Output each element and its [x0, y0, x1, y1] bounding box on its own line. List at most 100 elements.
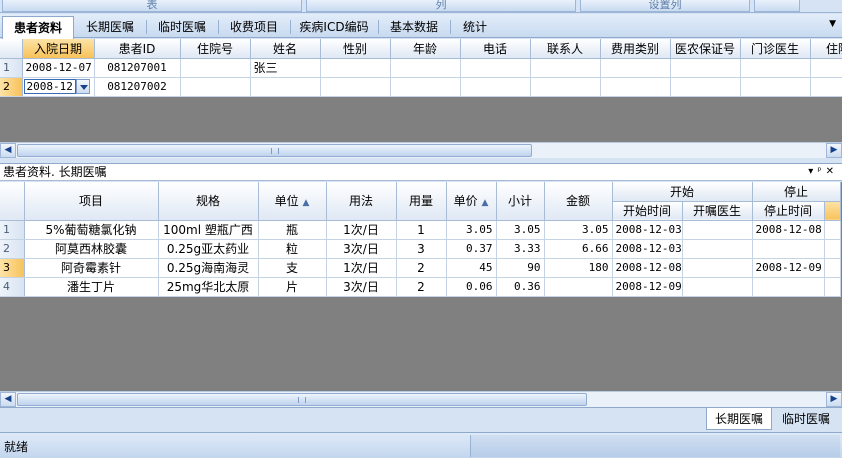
cell-start-time[interactable]: 2008-12-03 [612, 220, 683, 240]
extra-button[interactable] [754, 0, 800, 12]
cell-usage[interactable]: 1次/日 [326, 258, 397, 278]
column-header[interactable]: 停止时间 [752, 201, 825, 221]
cell[interactable] [824, 277, 841, 297]
table-row[interactable]: 1 5%葡萄糖氯化钠 100ml 塑瓶广西 瓶 1次/日 1 3.05 3.05… [0, 220, 841, 240]
table-row[interactable]: 2 阿莫西林胶囊 0.25g亚太药业 粒 3次/日 3 0.37 3.33 6.… [0, 239, 841, 259]
column-header[interactable]: 开始时间 [612, 201, 683, 221]
cell-usage[interactable]: 3次/日 [326, 239, 397, 259]
cell-name[interactable] [250, 77, 321, 97]
column-header[interactable]: 姓名 [250, 39, 321, 59]
cell-subtotal[interactable]: 90 [496, 258, 545, 278]
column-header[interactable]: 入院日期 [22, 39, 95, 59]
tab-long-term-orders[interactable]: 长期医嘱 [76, 16, 144, 38]
tab-basic-data[interactable]: 基本数据 [380, 16, 448, 38]
cell[interactable] [810, 58, 842, 78]
patient-grid[interactable]: 入院日期 患者ID 住院号 姓名 性别 年龄 电话 联系人 费用类别 医农保证号… [0, 39, 842, 142]
column-header[interactable]: 年龄 [390, 39, 461, 59]
filter-icon[interactable]: ▲ [481, 198, 488, 208]
orders-grid[interactable]: 项目 规格 单位 ▲ 用法 用量 单价 ▲ 小计 金额 开始 停止 开始时间 开… [0, 182, 842, 391]
cell[interactable] [460, 77, 531, 97]
tab-statistics[interactable]: 统计 [452, 16, 498, 38]
column-header[interactable]: 电话 [460, 39, 531, 59]
row-number[interactable]: 2 [0, 239, 25, 259]
column-header[interactable]: 门诊医生 [740, 39, 811, 59]
cell-start-doctor[interactable] [682, 277, 753, 297]
scroll-right-icon[interactable]: ▶ [826, 392, 842, 407]
cell-spec[interactable]: 0.25g海南海灵 [158, 258, 259, 278]
column-header[interactable]: 单位 ▲ [258, 182, 327, 221]
cell-qty[interactable]: 1 [396, 220, 447, 240]
column-header[interactable]: 费用类别 [600, 39, 671, 59]
cell-start-doctor[interactable] [682, 220, 753, 240]
pin-icon[interactable]: ᵖ [817, 166, 825, 177]
cell-unit[interactable]: 粒 [258, 239, 327, 259]
row-number[interactable]: 2 [0, 77, 23, 97]
cell-qty[interactable]: 3 [396, 239, 447, 259]
cell[interactable] [824, 239, 841, 259]
cell[interactable] [390, 58, 461, 78]
cell-item[interactable]: 潘生丁片 [24, 277, 159, 297]
cell-admission-date[interactable]: 2008-12-07 [22, 58, 95, 78]
cell-item[interactable]: 阿莫西林胶囊 [24, 239, 159, 259]
cell-usage[interactable]: 3次/日 [326, 277, 397, 297]
cell-item[interactable]: 阿奇霉素针 [24, 258, 159, 278]
cell-price[interactable]: 45 [446, 258, 497, 278]
column-header[interactable]: 金额 [544, 182, 613, 221]
patient-hscrollbar[interactable]: ◀ ▶ [0, 142, 842, 158]
cell[interactable] [670, 77, 741, 97]
cell-patient-id[interactable]: 081207001 [94, 58, 181, 78]
cell-stop-time[interactable]: 2008-12-09 [752, 258, 825, 278]
column-button[interactable]: 列 [306, 0, 576, 12]
cell-subtotal[interactable]: 0.36 [496, 277, 545, 297]
cell-stop-time[interactable]: 2008-12-08 [752, 220, 825, 240]
orders-hscrollbar[interactable]: ◀ ▶ [0, 391, 842, 407]
column-header[interactable]: 性别 [320, 39, 391, 59]
table-button[interactable]: 表 [2, 0, 302, 12]
cell-subtotal[interactable]: 3.33 [496, 239, 545, 259]
table-row[interactable]: 2 2008-12 081207002 [0, 77, 842, 97]
corner-cell[interactable] [0, 39, 23, 59]
column-header[interactable] [824, 201, 841, 221]
cell-qty[interactable]: 2 [396, 277, 447, 297]
row-number[interactable]: 4 [0, 277, 25, 297]
cell-unit[interactable]: 瓶 [258, 220, 327, 240]
cell-subtotal[interactable]: 3.05 [496, 220, 545, 240]
cell-start-doctor[interactable] [682, 258, 753, 278]
tab-temporary-orders[interactable]: 临时医嘱 [148, 16, 216, 38]
cell[interactable] [600, 77, 671, 97]
cell-amount[interactable]: 180 [544, 258, 613, 278]
cell-qty[interactable]: 2 [396, 258, 447, 278]
column-header[interactable]: 住院 [810, 39, 842, 59]
cell-spec[interactable]: 100ml 塑瓶广西 [158, 220, 259, 240]
cell-amount[interactable]: 3.05 [544, 220, 613, 240]
tab-charge-items[interactable]: 收费项目 [220, 16, 288, 38]
cell[interactable] [810, 77, 842, 97]
tab-patient-info[interactable]: 患者资料 [2, 16, 74, 39]
cell-spec[interactable]: 0.25g亚太药业 [158, 239, 259, 259]
cell[interactable] [824, 220, 841, 240]
row-number[interactable]: 1 [0, 220, 25, 240]
column-header[interactable]: 小计 [496, 182, 545, 221]
cell-item[interactable]: 5%葡萄糖氯化钠 [24, 220, 159, 240]
tab-long-term-orders-bottom[interactable]: 长期医嘱 [706, 408, 772, 430]
scroll-thumb[interactable] [17, 393, 587, 406]
filter-icon[interactable]: ▲ [302, 198, 309, 208]
cell-unit[interactable]: 支 [258, 258, 327, 278]
cell[interactable] [320, 58, 391, 78]
cell-price[interactable]: 3.05 [446, 220, 497, 240]
table-row[interactable]: 4 潘生丁片 25mg华北太原 片 3次/日 2 0.06 0.36 2008-… [0, 277, 841, 297]
cell-name[interactable]: 张三 [250, 58, 321, 78]
cell[interactable] [824, 258, 841, 278]
cell[interactable] [320, 77, 391, 97]
column-header[interactable]: 用法 [326, 182, 397, 221]
column-header[interactable]: 单价 ▲ [446, 182, 497, 221]
row-number[interactable]: 3 [0, 258, 25, 278]
group-header-start[interactable]: 开始 [612, 182, 753, 202]
cell-spec[interactable]: 25mg华北太原 [158, 277, 259, 297]
column-header[interactable]: 医农保证号 [670, 39, 741, 59]
scroll-right-icon[interactable]: ▶ [826, 143, 842, 158]
cell-patient-id[interactable]: 081207002 [94, 77, 181, 97]
table-row[interactable]: 1 2008-12-07 081207001 张三 [0, 58, 842, 78]
cell[interactable] [740, 58, 811, 78]
column-header[interactable]: 开嘱医生 [682, 201, 753, 221]
